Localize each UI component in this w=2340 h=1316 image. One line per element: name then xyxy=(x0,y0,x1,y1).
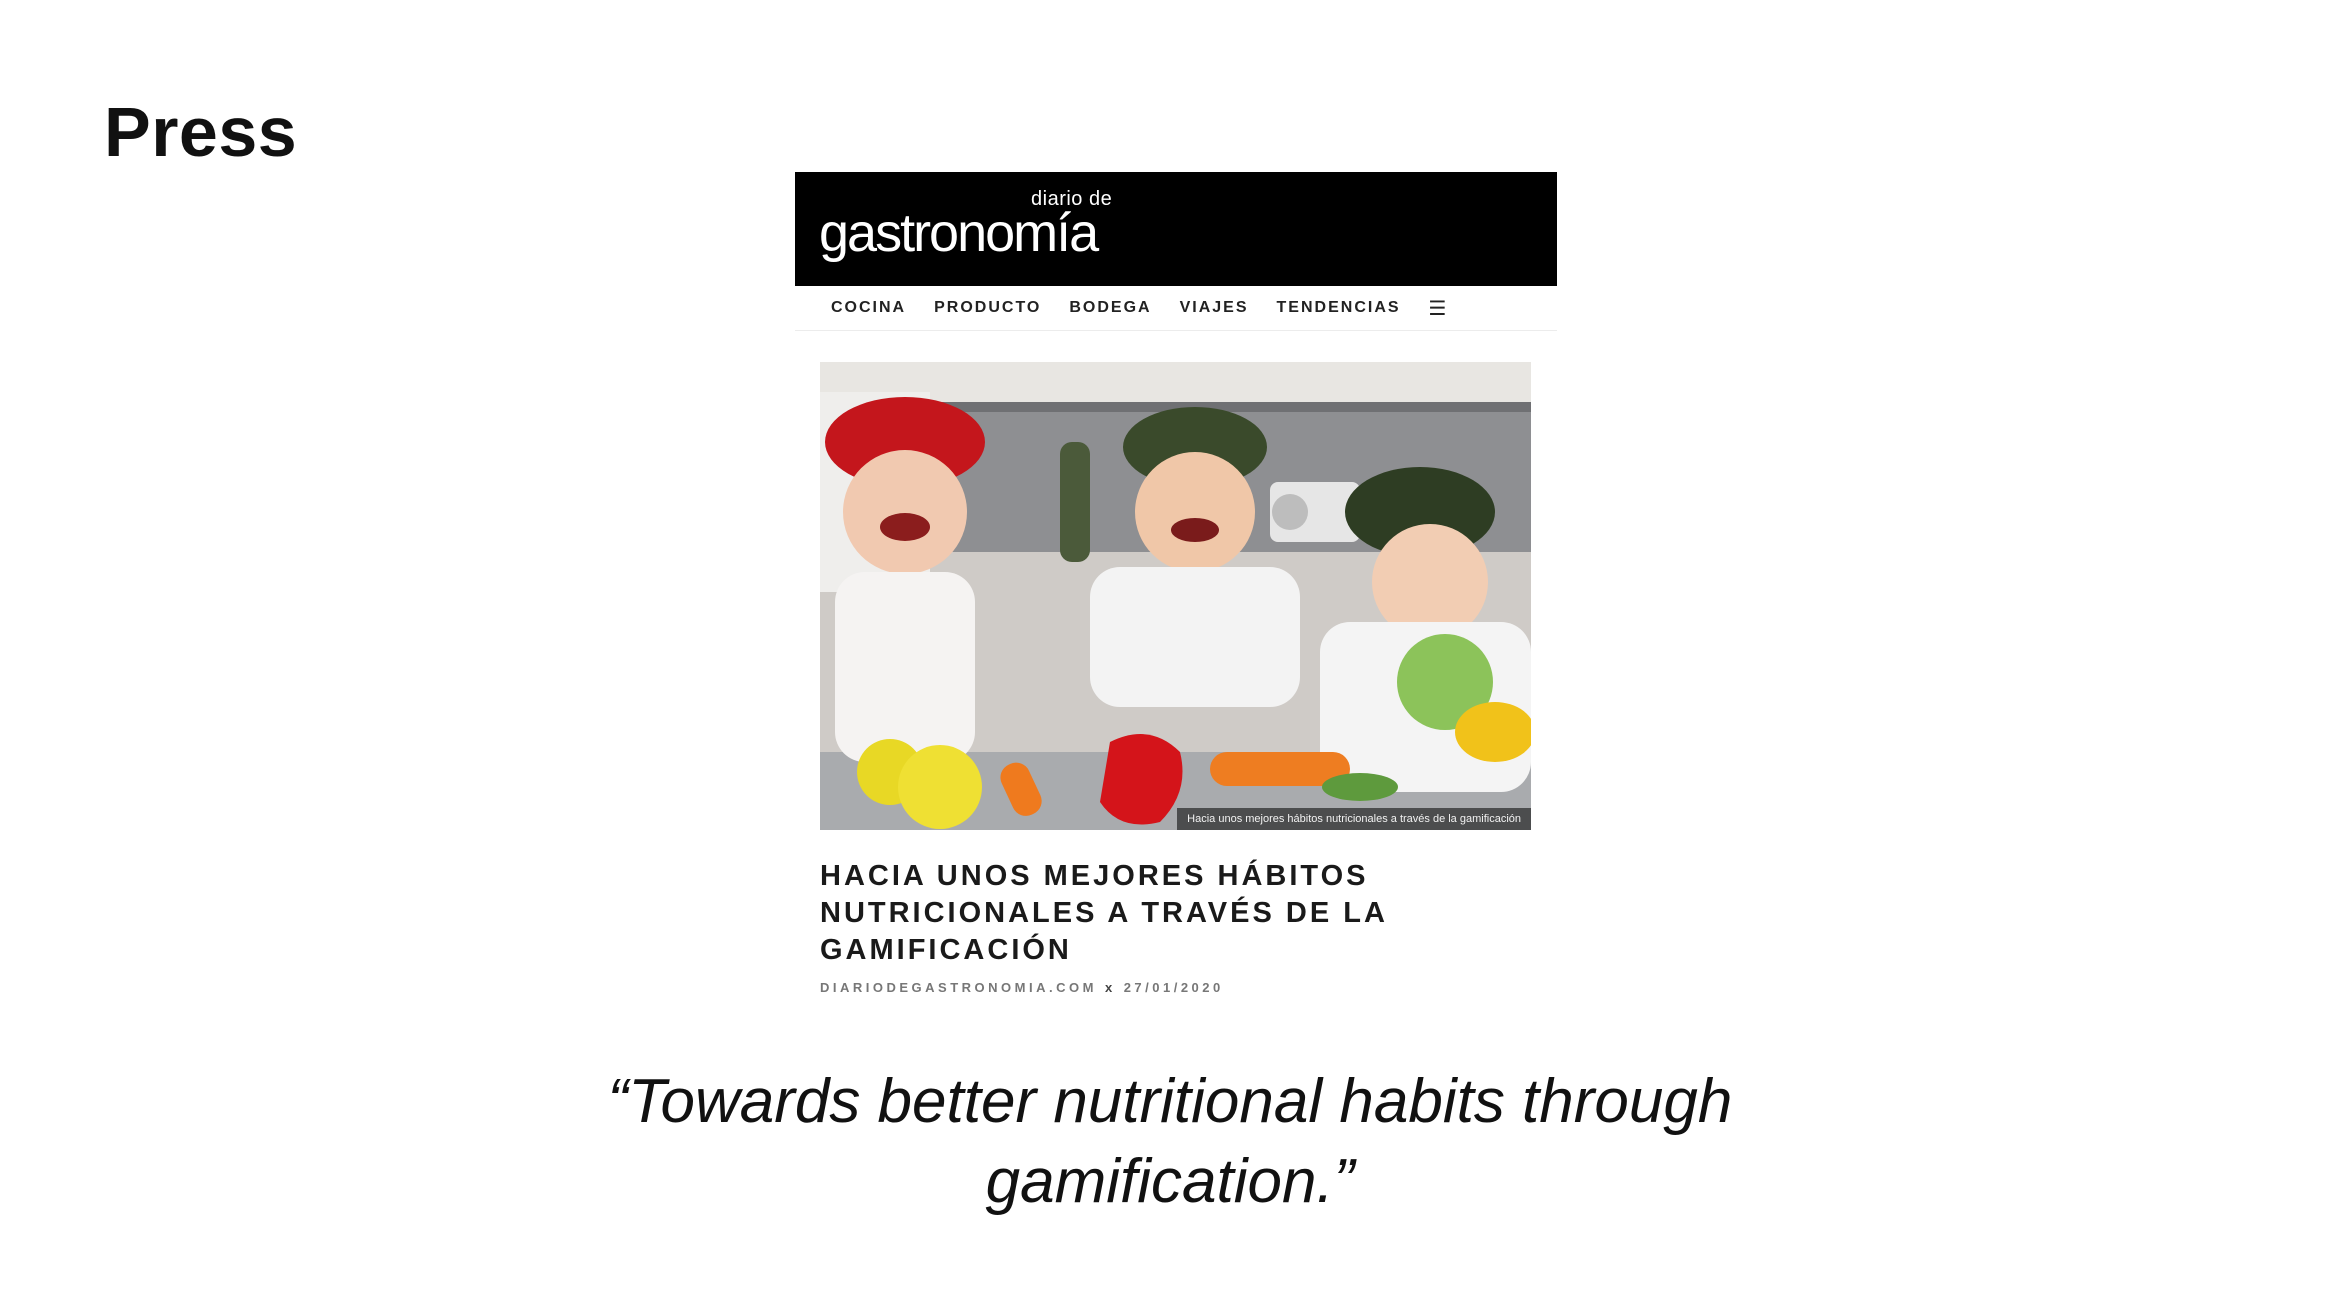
article-byline: DIARIODEGASTRONOMIA.COM x 27/01/2020 xyxy=(820,980,1224,995)
press-quote: “Towards better nutritional habits throu… xyxy=(607,1067,1733,1216)
article-headline[interactable]: HACIA UNOS MEJORES HÁBITOS NUTRICIONALES… xyxy=(820,858,1520,969)
article-photo: Hacia unos mejores hábitos nutricionales… xyxy=(820,362,1531,830)
image-caption: Hacia unos mejores hábitos nutricionales… xyxy=(1177,808,1531,830)
article-source[interactable]: DIARIODEGASTRONOMIA.COM xyxy=(820,980,1097,995)
article-date: 27/01/2020 xyxy=(1123,980,1224,995)
publication-masthead: diario de gastronomía xyxy=(795,172,1557,286)
slide-title: Press xyxy=(104,93,298,171)
kids-chefs-illustration xyxy=(820,362,1531,830)
hamburger-menu-icon[interactable]: ☰ xyxy=(1429,296,1447,321)
nav-item-bodega[interactable]: BODEGA xyxy=(1069,299,1151,317)
nav-item-cocina[interactable]: COCINA xyxy=(831,299,906,317)
nav-item-producto[interactable]: PRODUCTO xyxy=(934,299,1041,317)
publication-nav: COCINA PRODUCTO BODEGA VIAJES TENDENCIAS… xyxy=(795,286,1557,331)
press-clipping: diario de gastronomía COCINA PRODUCTO BO… xyxy=(795,172,1557,1012)
nav-item-viajes[interactable]: VIAJES xyxy=(1180,299,1249,317)
publication-logo: gastronomía xyxy=(819,203,1099,263)
byline-separator: x xyxy=(1104,980,1116,995)
nav-item-tendencias[interactable]: TENDENCIAS xyxy=(1277,299,1401,317)
